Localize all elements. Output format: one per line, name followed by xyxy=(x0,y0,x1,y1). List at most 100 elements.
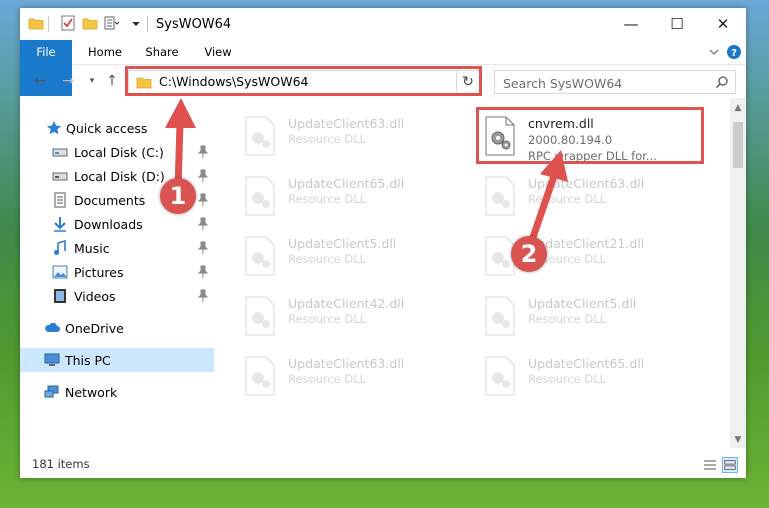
dll-file-icon xyxy=(485,116,515,156)
ribbon-tabs: File Home Share View ? xyxy=(20,40,746,96)
scrollbar-thumb[interactable] xyxy=(733,122,743,168)
scroll-down-icon[interactable]: ▼ xyxy=(730,432,746,448)
file-item[interactable]: UpdateClient21.dll Resource DLL xyxy=(476,228,700,284)
file-description: Resource DLL xyxy=(288,312,367,326)
explorer-window: SysWOW64 — ☐ ✕ File Home Share View ? ← … xyxy=(20,8,746,478)
sidebar-item-label: Downloads xyxy=(74,217,143,232)
sidebar-item-label: OneDrive xyxy=(65,321,124,336)
callout-number-2: 2 xyxy=(511,236,547,272)
tab-home[interactable]: Home xyxy=(82,40,128,64)
file-version: 2000.80.194.0 xyxy=(528,133,613,147)
vertical-scrollbar[interactable]: ▲ ▼ xyxy=(730,98,746,448)
file-name: UpdateClient63.dll xyxy=(528,176,645,191)
sidebar-item-downloads[interactable]: Downloads xyxy=(20,212,214,236)
file-name: UpdateClient42.dll xyxy=(288,296,405,311)
tab-share[interactable]: Share xyxy=(140,40,184,64)
dll-file-icon xyxy=(245,236,275,276)
sidebar-item-label: This PC xyxy=(65,353,111,368)
navigation-bar: ← → ▾ ↑ C:\Windows\SysWOW64 ↻ xyxy=(20,64,746,98)
help-icon[interactable]: ? xyxy=(726,44,742,60)
dll-file-icon xyxy=(245,176,275,216)
file-item[interactable]: UpdateClient5.dll Resource DLL xyxy=(476,288,700,344)
sidebar-item-local-disk-c[interactable]: Local Disk (C:) xyxy=(20,140,214,164)
file-name: cnvrem.dll xyxy=(528,116,594,131)
forward-arrow-icon[interactable]: → xyxy=(60,72,76,90)
pin-icon[interactable] xyxy=(198,241,208,255)
sidebar-item-this-pc[interactable]: This PC xyxy=(20,348,214,372)
search-input[interactable] xyxy=(501,73,705,93)
sidebar-item-network[interactable]: Network xyxy=(20,380,214,404)
pin-icon[interactable] xyxy=(198,193,208,207)
sidebar-item-label: Quick access xyxy=(66,121,148,136)
maximize-button[interactable]: ☐ xyxy=(654,8,700,40)
svg-text:?: ? xyxy=(731,48,737,59)
file-name: UpdateClient63.dll xyxy=(288,356,405,371)
file-item[interactable]: UpdateClient63.dll Resource DLL xyxy=(236,348,460,404)
file-name: UpdateClient65.dll xyxy=(288,176,405,191)
file-name: UpdateClient5.dll xyxy=(528,296,637,311)
file-item[interactable]: UpdateClient63.dll Resource DLL xyxy=(236,108,460,164)
scroll-up-icon[interactable]: ▲ xyxy=(730,100,746,116)
dll-file-icon xyxy=(485,296,515,336)
chevron-down-icon[interactable] xyxy=(706,44,722,60)
pin-icon[interactable] xyxy=(198,265,208,279)
recent-locations-icon[interactable]: ▾ xyxy=(84,72,100,90)
sidebar-item-videos[interactable]: Videos xyxy=(20,284,214,308)
details-view-icon[interactable] xyxy=(702,457,718,473)
file-item-highlighted[interactable]: cnvrem.dll 2000.80.194.0 RPC wrapper DLL… xyxy=(476,108,700,164)
file-description: Resource DLL xyxy=(528,312,607,326)
sidebar-item-label: Documents xyxy=(74,193,146,208)
file-description: Resource DLL xyxy=(288,372,367,386)
music-icon xyxy=(54,240,66,255)
sidebar-item-onedrive[interactable]: OneDrive xyxy=(20,316,214,340)
file-description: Resource DLL xyxy=(528,372,607,386)
address-bar[interactable]: C:\Windows\SysWOW64 ↻ xyxy=(128,70,480,94)
sidebar-item-music[interactable]: Music xyxy=(20,236,214,260)
pictures-icon xyxy=(52,265,68,279)
pin-icon[interactable] xyxy=(198,289,208,303)
navigation-pane: Quick access Local Disk (C:) Local Disk … xyxy=(20,98,214,448)
item-count: 181 items xyxy=(32,457,90,471)
back-arrow-icon[interactable]: ← xyxy=(32,72,48,90)
file-item[interactable]: UpdateClient42.dll Resource DLL xyxy=(236,288,460,344)
dll-file-icon xyxy=(245,116,275,156)
dll-file-icon xyxy=(245,296,275,336)
customize-toolbar-icon[interactable] xyxy=(104,15,120,31)
sidebar-item-pictures[interactable]: Pictures xyxy=(20,260,214,284)
file-item[interactable]: UpdateClient65.dll Resource DLL xyxy=(236,168,460,224)
sidebar-item-quick-access[interactable]: Quick access xyxy=(20,116,214,140)
new-folder-icon[interactable] xyxy=(82,15,98,31)
dll-file-icon xyxy=(485,356,515,396)
close-button[interactable]: ✕ xyxy=(700,8,746,40)
tab-view[interactable]: View xyxy=(196,40,240,64)
pin-icon[interactable] xyxy=(198,145,208,159)
minimize-button[interactable]: — xyxy=(608,8,654,40)
file-item[interactable]: UpdateClient65.dll Resource DLL xyxy=(476,348,700,404)
sidebar-item-label: Pictures xyxy=(74,265,124,280)
large-icons-view-icon[interactable] xyxy=(722,457,738,473)
dropdown-arrow-icon[interactable] xyxy=(128,15,144,31)
file-description: RPC wrapper DLL for... xyxy=(528,149,657,163)
documents-icon xyxy=(54,192,66,208)
window-title: SysWOW64 xyxy=(156,17,232,32)
star-icon xyxy=(46,121,62,135)
videos-icon xyxy=(54,289,66,303)
computer-icon xyxy=(44,353,60,366)
pin-icon[interactable] xyxy=(198,169,208,183)
search-box[interactable] xyxy=(494,70,736,94)
title-divider xyxy=(147,16,148,32)
search-icon[interactable] xyxy=(715,75,729,89)
properties-icon[interactable] xyxy=(60,15,76,31)
cloud-icon xyxy=(45,322,60,332)
file-item[interactable]: UpdateClient63.dll Resource DLL xyxy=(476,168,700,224)
up-arrow-icon[interactable]: ↑ xyxy=(104,72,120,90)
sidebar-item-label: Local Disk (C:) xyxy=(74,145,164,160)
address-path[interactable]: C:\Windows\SysWOW64 xyxy=(159,74,308,89)
file-item[interactable]: UpdateClient5.dll Resource DLL xyxy=(236,228,460,284)
file-description: Resource DLL xyxy=(288,192,367,206)
download-icon xyxy=(54,217,66,232)
dll-file-icon xyxy=(485,176,515,216)
pin-icon[interactable] xyxy=(198,217,208,231)
refresh-icon[interactable]: ↻ xyxy=(456,71,479,93)
title-bar: SysWOW64 — ☐ ✕ xyxy=(20,8,746,40)
